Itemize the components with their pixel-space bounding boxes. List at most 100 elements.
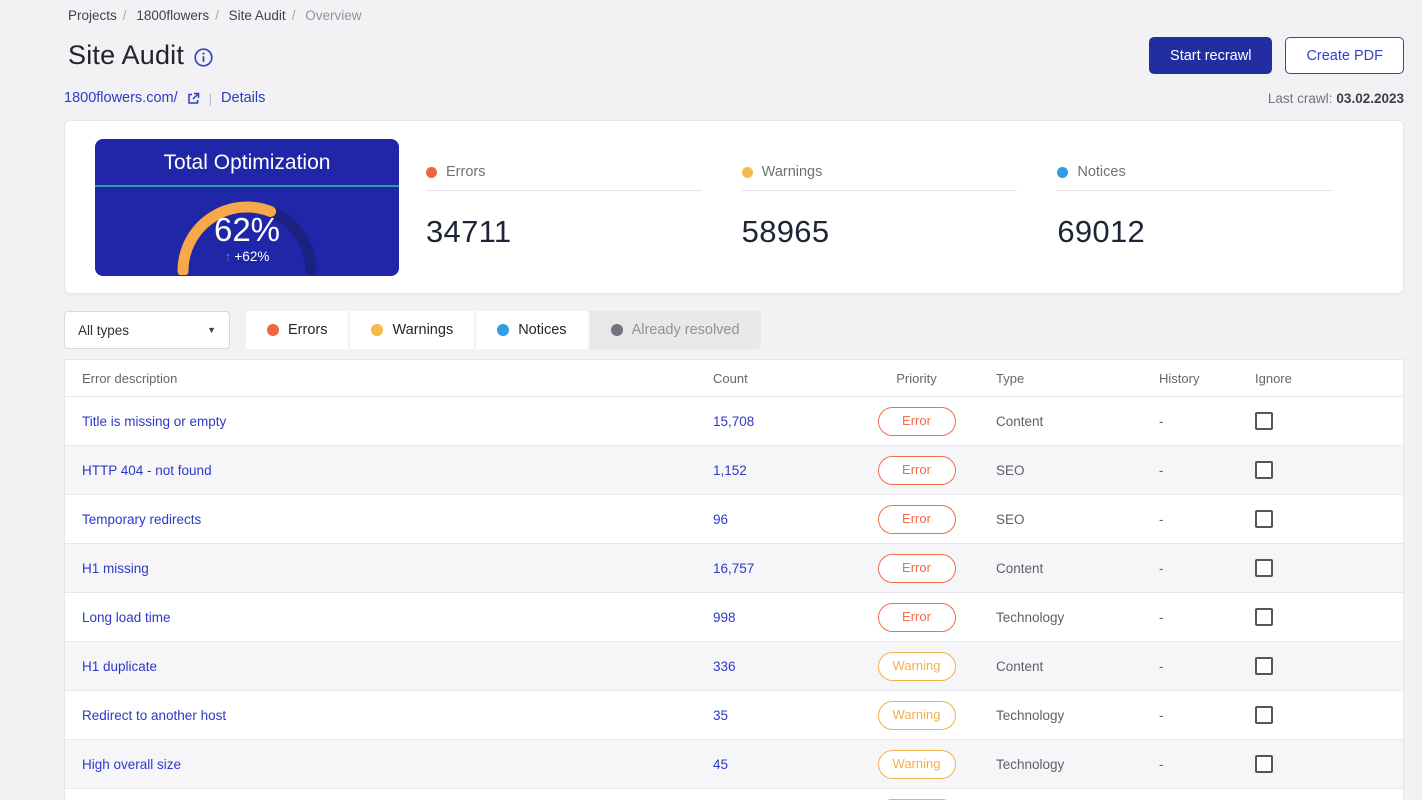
- info-icon[interactable]: [194, 47, 213, 67]
- priority-cell: Error: [837, 455, 996, 485]
- history-cell: -: [1159, 511, 1164, 527]
- priority-cell: Warning: [837, 651, 996, 681]
- priority-badge: Warning: [877, 700, 956, 730]
- column-type[interactable]: Type: [996, 371, 1159, 386]
- title-wrap: Site Audit: [68, 40, 213, 71]
- start-recrawl-button[interactable]: Start recrawl: [1149, 37, 1273, 74]
- error-description-link[interactable]: H1 duplicate: [82, 659, 713, 674]
- create-pdf-button[interactable]: Create PDF: [1285, 37, 1404, 74]
- error-description-link[interactable]: High overall size: [82, 757, 713, 772]
- title-row: Site Audit Start recrawl Create PDF: [68, 37, 1404, 74]
- history-cell: -: [1159, 560, 1164, 576]
- stat-head: Warnings: [741, 164, 1018, 191]
- issue-type-tab[interactable]: Errors: [246, 311, 349, 349]
- ignore-cell: [1255, 657, 1403, 675]
- table-row: H1 missing 16,757 Error Content -: [65, 543, 1403, 592]
- type-filter-select[interactable]: All types ▼: [64, 311, 230, 349]
- count-link[interactable]: 1,152: [713, 463, 837, 478]
- ignore-cell: [1255, 461, 1403, 479]
- stat-value: 69012: [1057, 214, 1146, 249]
- error-description-link[interactable]: H1 missing: [82, 561, 713, 576]
- priority-badge: Error: [877, 553, 956, 583]
- stat-dot-icon: [741, 166, 753, 178]
- chevron-down-icon: ▼: [207, 325, 216, 335]
- issue-type-tab[interactable]: Already resolved: [589, 311, 761, 349]
- count-link[interactable]: 16,757: [713, 561, 837, 576]
- type-cell: Technology: [996, 756, 1065, 772]
- count-link[interactable]: 96: [713, 512, 837, 527]
- count-link[interactable]: 45: [713, 757, 837, 772]
- table-row: H1 duplicate 336 Warning Content -: [65, 641, 1403, 690]
- ignore-checkbox[interactable]: [1255, 559, 1273, 577]
- column-count[interactable]: Count: [713, 371, 837, 386]
- summary-stat: Notices 69012: [1057, 164, 1334, 275]
- priority-badge: Error: [877, 602, 956, 632]
- ignore-cell: [1255, 706, 1403, 724]
- priority-badge: Warning: [877, 651, 956, 681]
- error-description-link[interactable]: Temporary redirects: [82, 512, 713, 527]
- type-filter-value: All types: [78, 322, 130, 338]
- priority-cell: Error: [837, 504, 996, 534]
- error-description-link[interactable]: Long load time: [82, 610, 713, 625]
- stat-label: Errors: [446, 164, 486, 180]
- site-audit-page: Projects / 1800flowers / Site Audit / Overv…: [0, 0, 1422, 800]
- ignore-checkbox[interactable]: [1255, 510, 1273, 528]
- error-description-link[interactable]: Redirect to another host: [82, 708, 713, 723]
- type-cell: Technology: [996, 707, 1065, 723]
- table-row: Warning: [65, 788, 1403, 800]
- type-cell: Technology: [996, 609, 1065, 625]
- site-row: 1800flowers.com/ | Details Last crawl: 03…: [64, 90, 1404, 106]
- type-cell: Content: [996, 560, 1044, 576]
- column-error-description[interactable]: Error description: [82, 371, 713, 386]
- column-history[interactable]: History: [1159, 371, 1255, 386]
- tab-label: Warnings: [392, 322, 454, 338]
- issue-type-tab[interactable]: Warnings: [350, 311, 475, 349]
- up-arrow-icon: ↑: [224, 249, 232, 264]
- table-row: Title is missing or empty 15,708 Error C…: [65, 396, 1403, 445]
- ignore-checkbox[interactable]: [1255, 755, 1273, 773]
- breadcrumb-link: Overview: [305, 8, 362, 23]
- stat-dot-icon: [1057, 166, 1069, 178]
- stat-value: 34711: [426, 214, 512, 249]
- last-crawl: Last crawl: 03.02.2023: [1268, 91, 1404, 106]
- ignore-checkbox[interactable]: [1255, 412, 1273, 430]
- column-priority[interactable]: Priority: [837, 371, 996, 386]
- ignore-checkbox[interactable]: [1255, 706, 1273, 724]
- issue-type-tab[interactable]: Notices: [476, 311, 588, 349]
- breadcrumb-link[interactable]: Site Audit: [229, 8, 286, 23]
- filter-row: All types ▼ Errors Warnings Notices Alre…: [64, 311, 1404, 349]
- page-title: Site Audit: [68, 40, 185, 70]
- tab-dot-icon: [610, 324, 623, 336]
- total-optimization-card: Total Optimization 62% ↑ +62%: [95, 139, 399, 276]
- ignore-cell: [1255, 412, 1403, 430]
- ignore-checkbox[interactable]: [1255, 461, 1273, 479]
- column-ignore[interactable]: Ignore: [1255, 371, 1403, 386]
- history-cell: -: [1159, 462, 1164, 478]
- stat-dot-icon: [426, 166, 437, 178]
- count-link[interactable]: 998: [713, 610, 837, 625]
- count-link[interactable]: 336: [713, 659, 837, 674]
- external-link-icon[interactable]: [187, 92, 200, 105]
- ignore-checkbox[interactable]: [1255, 608, 1273, 626]
- tab-label: Already resolved: [631, 322, 740, 338]
- priority-cell: Error: [837, 553, 996, 583]
- ignore-cell: [1255, 510, 1403, 528]
- last-crawl-label: Last crawl:: [1267, 90, 1333, 106]
- domain-link[interactable]: 1800flowers.com/: [64, 90, 178, 106]
- table-row: Temporary redirects 96 Error SEO -: [65, 494, 1403, 543]
- ignore-checkbox[interactable]: [1255, 657, 1273, 675]
- error-description-link[interactable]: HTTP 404 - not found: [82, 463, 713, 478]
- breadcrumb-link[interactable]: 1800flowers: [136, 8, 209, 23]
- table-row: Long load time 998 Error Technology -: [65, 592, 1403, 641]
- details-link[interactable]: Details: [221, 90, 265, 106]
- error-description-link[interactable]: Title is missing or empty: [82, 414, 713, 429]
- count-link[interactable]: 35: [713, 708, 837, 723]
- history-cell: -: [1159, 413, 1164, 429]
- priority-badge: Error: [877, 504, 956, 534]
- breadcrumb-link[interactable]: Projects: [68, 8, 117, 23]
- breadcrumb-item: 1800flowers /: [136, 8, 225, 23]
- priority-cell: Warning: [837, 700, 996, 730]
- history-cell: -: [1159, 658, 1164, 674]
- table-body: Title is missing or empty 15,708 Error C…: [65, 396, 1403, 800]
- count-link[interactable]: 15,708: [713, 414, 837, 429]
